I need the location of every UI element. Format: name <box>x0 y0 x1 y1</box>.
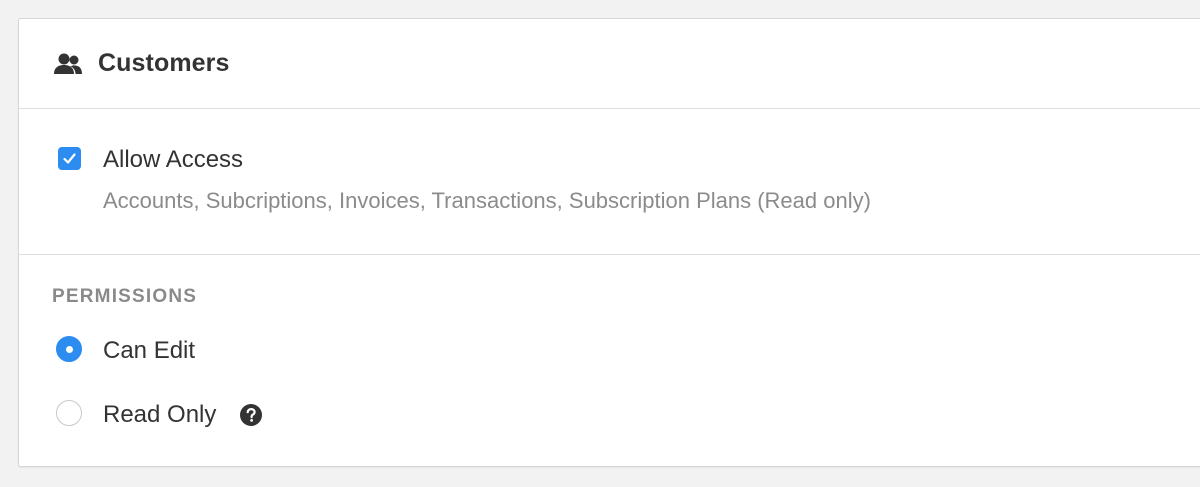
read-only-label[interactable]: Read Only <box>103 401 216 429</box>
permissions-heading: PERMISSIONS <box>52 286 198 307</box>
customers-permission-card: Customers <box>18 18 1200 467</box>
question-circle-icon[interactable] <box>239 403 263 427</box>
card-header: Customers <box>19 19 1200 109</box>
users-icon <box>52 52 84 76</box>
card-title: Customers <box>98 49 230 77</box>
read-only-radio[interactable] <box>56 400 82 426</box>
access-section <box>19 109 1200 255</box>
access-description: Accounts, Subcriptions, Invoices, Transa… <box>103 188 871 213</box>
can-edit-radio[interactable] <box>56 336 82 362</box>
allow-access-checkbox[interactable] <box>58 147 81 170</box>
allow-access-label[interactable]: Allow Access <box>103 146 243 174</box>
checkmark-icon <box>63 153 76 164</box>
can-edit-label[interactable]: Can Edit <box>103 337 195 365</box>
